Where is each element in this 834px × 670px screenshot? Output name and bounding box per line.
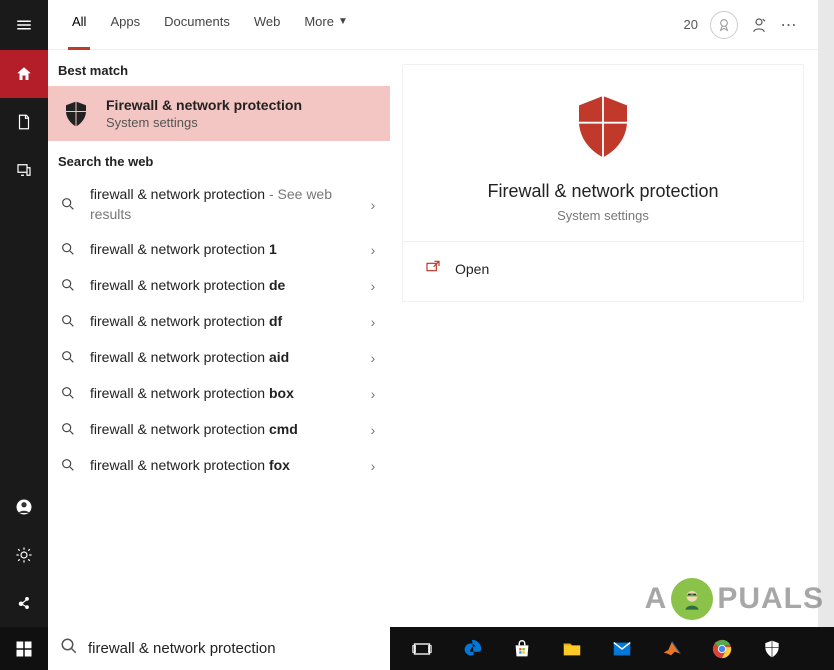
- shield-icon: [60, 98, 92, 130]
- chevron-right-icon[interactable]: ›: [366, 386, 380, 402]
- shield-large-icon: [403, 93, 803, 163]
- web-result-row[interactable]: firewall & network protection 1 ›: [48, 232, 390, 268]
- best-match-result[interactable]: Firewall & network protection System set…: [48, 86, 390, 141]
- more-options-icon[interactable]: ⋯: [780, 16, 798, 34]
- watermark-avatar-icon: [671, 578, 713, 620]
- chevron-right-icon[interactable]: ›: [366, 422, 380, 438]
- chevron-down-icon: ▼: [338, 14, 348, 27]
- web-result-text: firewall & network protection cmd: [90, 420, 354, 440]
- watermark-post: PUALS: [717, 582, 824, 616]
- search-icon: [60, 349, 78, 367]
- watermark: A PUALS: [645, 578, 824, 620]
- taskbar-search[interactable]: [48, 627, 390, 670]
- devices-icon[interactable]: [0, 146, 48, 194]
- web-result-row[interactable]: firewall & network protection box ›: [48, 376, 390, 412]
- search-panel: All Apps Documents Web More ▼ 20 ⋯ Best …: [48, 0, 818, 627]
- chevron-right-icon[interactable]: ›: [366, 278, 380, 294]
- tab-web[interactable]: Web: [242, 0, 293, 50]
- search-icon: [60, 637, 78, 660]
- search-icon: [60, 196, 78, 214]
- web-result-row[interactable]: firewall & network protection fox ›: [48, 448, 390, 484]
- search-icon: [60, 421, 78, 439]
- chevron-right-icon[interactable]: ›: [366, 242, 380, 258]
- share-icon[interactable]: [0, 579, 48, 627]
- open-icon: [425, 258, 441, 279]
- matlab-icon[interactable]: [650, 627, 694, 670]
- mail-icon[interactable]: [600, 627, 644, 670]
- web-result-text: firewall & network protection - See web …: [90, 185, 354, 224]
- watermark-pre: A: [645, 582, 668, 616]
- search-icon: [60, 313, 78, 331]
- web-result-text: firewall & network protection aid: [90, 348, 354, 368]
- web-result-row[interactable]: firewall & network protection - See web …: [48, 177, 390, 232]
- open-button[interactable]: Open: [403, 242, 803, 295]
- start-button[interactable]: [0, 627, 48, 670]
- preview-pane: Firewall & network protection System set…: [390, 50, 818, 627]
- search-icon: [60, 241, 78, 259]
- web-result-text: firewall & network protection fox: [90, 456, 354, 476]
- tab-more-label: More: [304, 14, 334, 29]
- best-match-subtitle: System settings: [106, 115, 302, 130]
- web-result-text: firewall & network protection 1: [90, 240, 354, 260]
- user-avatar-icon[interactable]: [0, 483, 48, 531]
- task-view-icon[interactable]: [400, 627, 444, 670]
- feedback-icon[interactable]: [750, 16, 768, 34]
- search-icon: [60, 385, 78, 403]
- web-result-text: firewall & network protection df: [90, 312, 354, 332]
- tab-apps[interactable]: Apps: [98, 0, 152, 50]
- search-icon: [60, 277, 78, 295]
- chevron-right-icon[interactable]: ›: [366, 350, 380, 366]
- tab-all[interactable]: All: [60, 0, 98, 50]
- search-input[interactable]: [88, 640, 378, 657]
- web-result-text: firewall & network protection box: [90, 384, 354, 404]
- tab-more[interactable]: More ▼: [292, 0, 360, 50]
- results-list: Best match Firewall & network protection…: [48, 50, 390, 627]
- preview-title: Firewall & network protection: [403, 181, 803, 202]
- web-result-row[interactable]: firewall & network protection de ›: [48, 268, 390, 304]
- store-icon[interactable]: [500, 627, 544, 670]
- taskbar: [0, 627, 834, 670]
- hamburger-icon[interactable]: [0, 0, 48, 50]
- open-label: Open: [455, 261, 489, 277]
- security-icon[interactable]: [750, 627, 794, 670]
- best-match-title: Firewall & network protection: [106, 97, 302, 113]
- left-sidebar: [0, 0, 48, 627]
- search-icon: [60, 457, 78, 475]
- document-icon[interactable]: [0, 98, 48, 146]
- tabs-header: All Apps Documents Web More ▼ 20 ⋯: [48, 0, 818, 50]
- chevron-right-icon[interactable]: ›: [366, 314, 380, 330]
- medal-icon[interactable]: [710, 11, 738, 39]
- best-match-label: Best match: [48, 50, 390, 86]
- home-icon[interactable]: [0, 50, 48, 98]
- edge-icon[interactable]: [450, 627, 494, 670]
- web-result-row[interactable]: firewall & network protection aid ›: [48, 340, 390, 376]
- rewards-points: 20: [684, 17, 698, 32]
- chevron-right-icon[interactable]: ›: [366, 458, 380, 474]
- settings-gear-icon[interactable]: [0, 531, 48, 579]
- tab-documents[interactable]: Documents: [152, 0, 242, 50]
- chevron-right-icon[interactable]: ›: [366, 197, 380, 213]
- web-result-row[interactable]: firewall & network protection df ›: [48, 304, 390, 340]
- preview-subtitle: System settings: [403, 208, 803, 223]
- explorer-icon[interactable]: [550, 627, 594, 670]
- chrome-icon[interactable]: [700, 627, 744, 670]
- search-web-label: Search the web: [48, 141, 390, 177]
- web-result-row[interactable]: firewall & network protection cmd ›: [48, 412, 390, 448]
- web-result-text: firewall & network protection de: [90, 276, 354, 296]
